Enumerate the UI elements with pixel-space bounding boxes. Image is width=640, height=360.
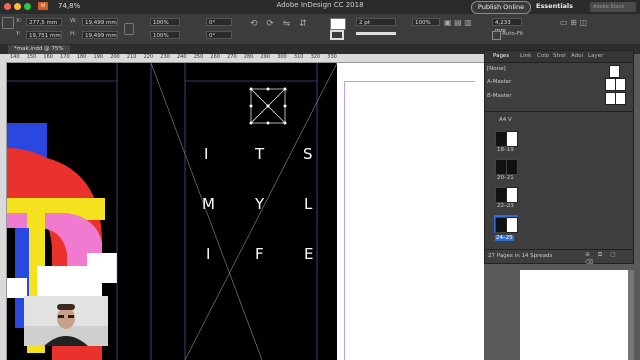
h-label: H: [70,31,76,37]
document-tab[interactable]: *mak.indd @ 75% [8,45,70,54]
ruler-tick-label: 220 [143,54,154,60]
ruler-tick-label: 330 [327,54,337,60]
panel-divider [485,249,633,250]
gap-field[interactable]: 4,233 mm [492,18,522,34]
ruler-tick-label: 290 [260,54,271,60]
tab-pages[interactable]: Pages [493,53,509,59]
ruler-tick-label: 280 [243,54,254,60]
frame-tools-icon[interactable]: ▭ ⊞ ◫ [560,18,620,38]
panel-divider [485,111,633,112]
ruler-tick-label: 310 [293,54,304,60]
fitting-buttons-icon[interactable]: ▣ ▤ ▥ [444,18,484,38]
shear-angle-field[interactable]: 0° [206,31,232,39]
ruler-ticks: 140 150 160 170 180 190 200 210 220 230 240 250 260 2… [6,54,484,62]
stroke-swatch-icon[interactable] [330,30,344,40]
master-a[interactable]: A-Master [487,79,511,85]
page-edge [520,270,632,360]
w-label: W: [70,18,77,24]
ruler-tick-label: 230 [160,54,170,60]
spread-label: 18–19 [497,147,514,153]
master-none-thumb[interactable] [609,65,620,78]
stroke-weight-field[interactable]: 2 pt [356,18,396,26]
scale-x-field[interactable]: 100% [150,18,180,26]
opacity-field[interactable]: 100% [412,18,440,26]
spread-label: 22–23 [497,203,514,209]
spread-thumb[interactable] [506,187,518,203]
x-label: X: [16,18,22,24]
scrollbar[interactable] [628,270,634,360]
right-page [337,63,484,360]
tab-color[interactable]: Colo [537,53,549,59]
x-position-field[interactable]: 277,5 mm [26,18,62,26]
ruler-tick-label: 210 [126,54,137,60]
spread-thumb[interactable] [506,159,518,175]
vertical-ruler[interactable] [0,54,7,360]
pages-panel: Pages Link Colo Strol Adol Layer [None] … [484,50,634,266]
ruler-tick-label: 190 [93,54,104,60]
ruler-tick-label: 200 [110,54,120,60]
width-field[interactable]: 19,499 mm [82,18,118,26]
transform-buttons-icon[interactable]: ⟲ ⟳ ⇋ ⇵ [250,19,320,37]
reference-point-icon[interactable] [2,17,14,29]
ruler-tick-label: 160 [43,54,53,60]
letter-i-1[interactable]: I [204,145,208,163]
letter-m[interactable]: M [202,195,215,213]
tab-layers[interactable]: Layer [588,53,603,59]
master-b[interactable]: B-Master [487,93,512,99]
letter-i-2[interactable]: I [206,245,210,263]
y-position-field[interactable]: 19,751 mm [26,31,62,39]
ruler-tick-label: 140 [10,54,20,60]
tab-adobe[interactable]: Adol [571,53,583,59]
tab-links[interactable]: Link [520,53,531,59]
stock-search-input[interactable]: Adobe Stock [590,2,636,12]
master-a-thumb-right[interactable] [615,78,626,91]
autofit-checkbox[interactable] [492,31,501,40]
ruler-tick-label: 170 [60,54,70,60]
height-field[interactable]: 19,499 mm [82,31,118,39]
control-panel: X: 277,5 mm Y: 19,751 mm W: 19,499 mm H:… [0,14,640,45]
rotation-angle-field[interactable]: 0° [206,18,232,26]
spread-label: 20–21 [497,175,514,181]
document-tab-label: *mak.indd @ 75% [14,46,64,52]
letter-f[interactable]: F [255,245,264,263]
ruler-tick-label: 240 [177,54,187,60]
ruler-tick-label: 180 [76,54,87,60]
page-size-select[interactable]: A4 V [499,117,512,123]
letter-e[interactable]: E [304,245,313,263]
spread-thumb[interactable] [506,131,518,147]
pages-status: 27 Pages in 14 Spreads [488,253,553,259]
title-bar: Id 74,8% Adobe InDesign CC 2018 Publish … [0,0,640,14]
ruler-tick-label: 150 [26,54,37,60]
publish-online-button[interactable]: Publish Online [471,1,531,14]
tab-stroke[interactable]: Strol [553,53,566,59]
letter-l[interactable]: L [304,195,312,213]
letter-y[interactable]: Y [255,195,264,213]
ruler-tick-label: 270 [227,54,237,60]
y-label: Y: [16,31,21,37]
workspace-switcher[interactable]: Essentials [536,2,573,10]
scale-y-field[interactable]: 100% [150,31,180,39]
stroke-type-select[interactable] [356,32,396,35]
spread-thumb[interactable] [506,217,518,233]
ruler-tick-label: 250 [193,54,204,60]
autofit-label: Auto-Fit [502,31,524,37]
letter-s[interactable]: S [303,145,313,163]
webcam-overlay [24,296,108,346]
constrain-proportions-icon[interactable] [124,23,134,35]
master-none[interactable]: [None] [487,66,506,72]
spread-label-selected: 24–25 [495,235,514,241]
ruler-tick-label: 320 [310,54,321,60]
ruler-tick-label: 300 [277,54,287,60]
ruler-tick-label: 260 [210,54,220,60]
page-margin-guide [344,81,475,360]
presenter-image [24,296,108,346]
master-b-thumb-right[interactable] [615,92,626,105]
panel-action-icons[interactable]: ⊕ ⧉ ▢ ⌫ [585,251,629,266]
fill-swatch-icon[interactable] [330,18,346,30]
letter-t[interactable]: T [255,145,264,163]
